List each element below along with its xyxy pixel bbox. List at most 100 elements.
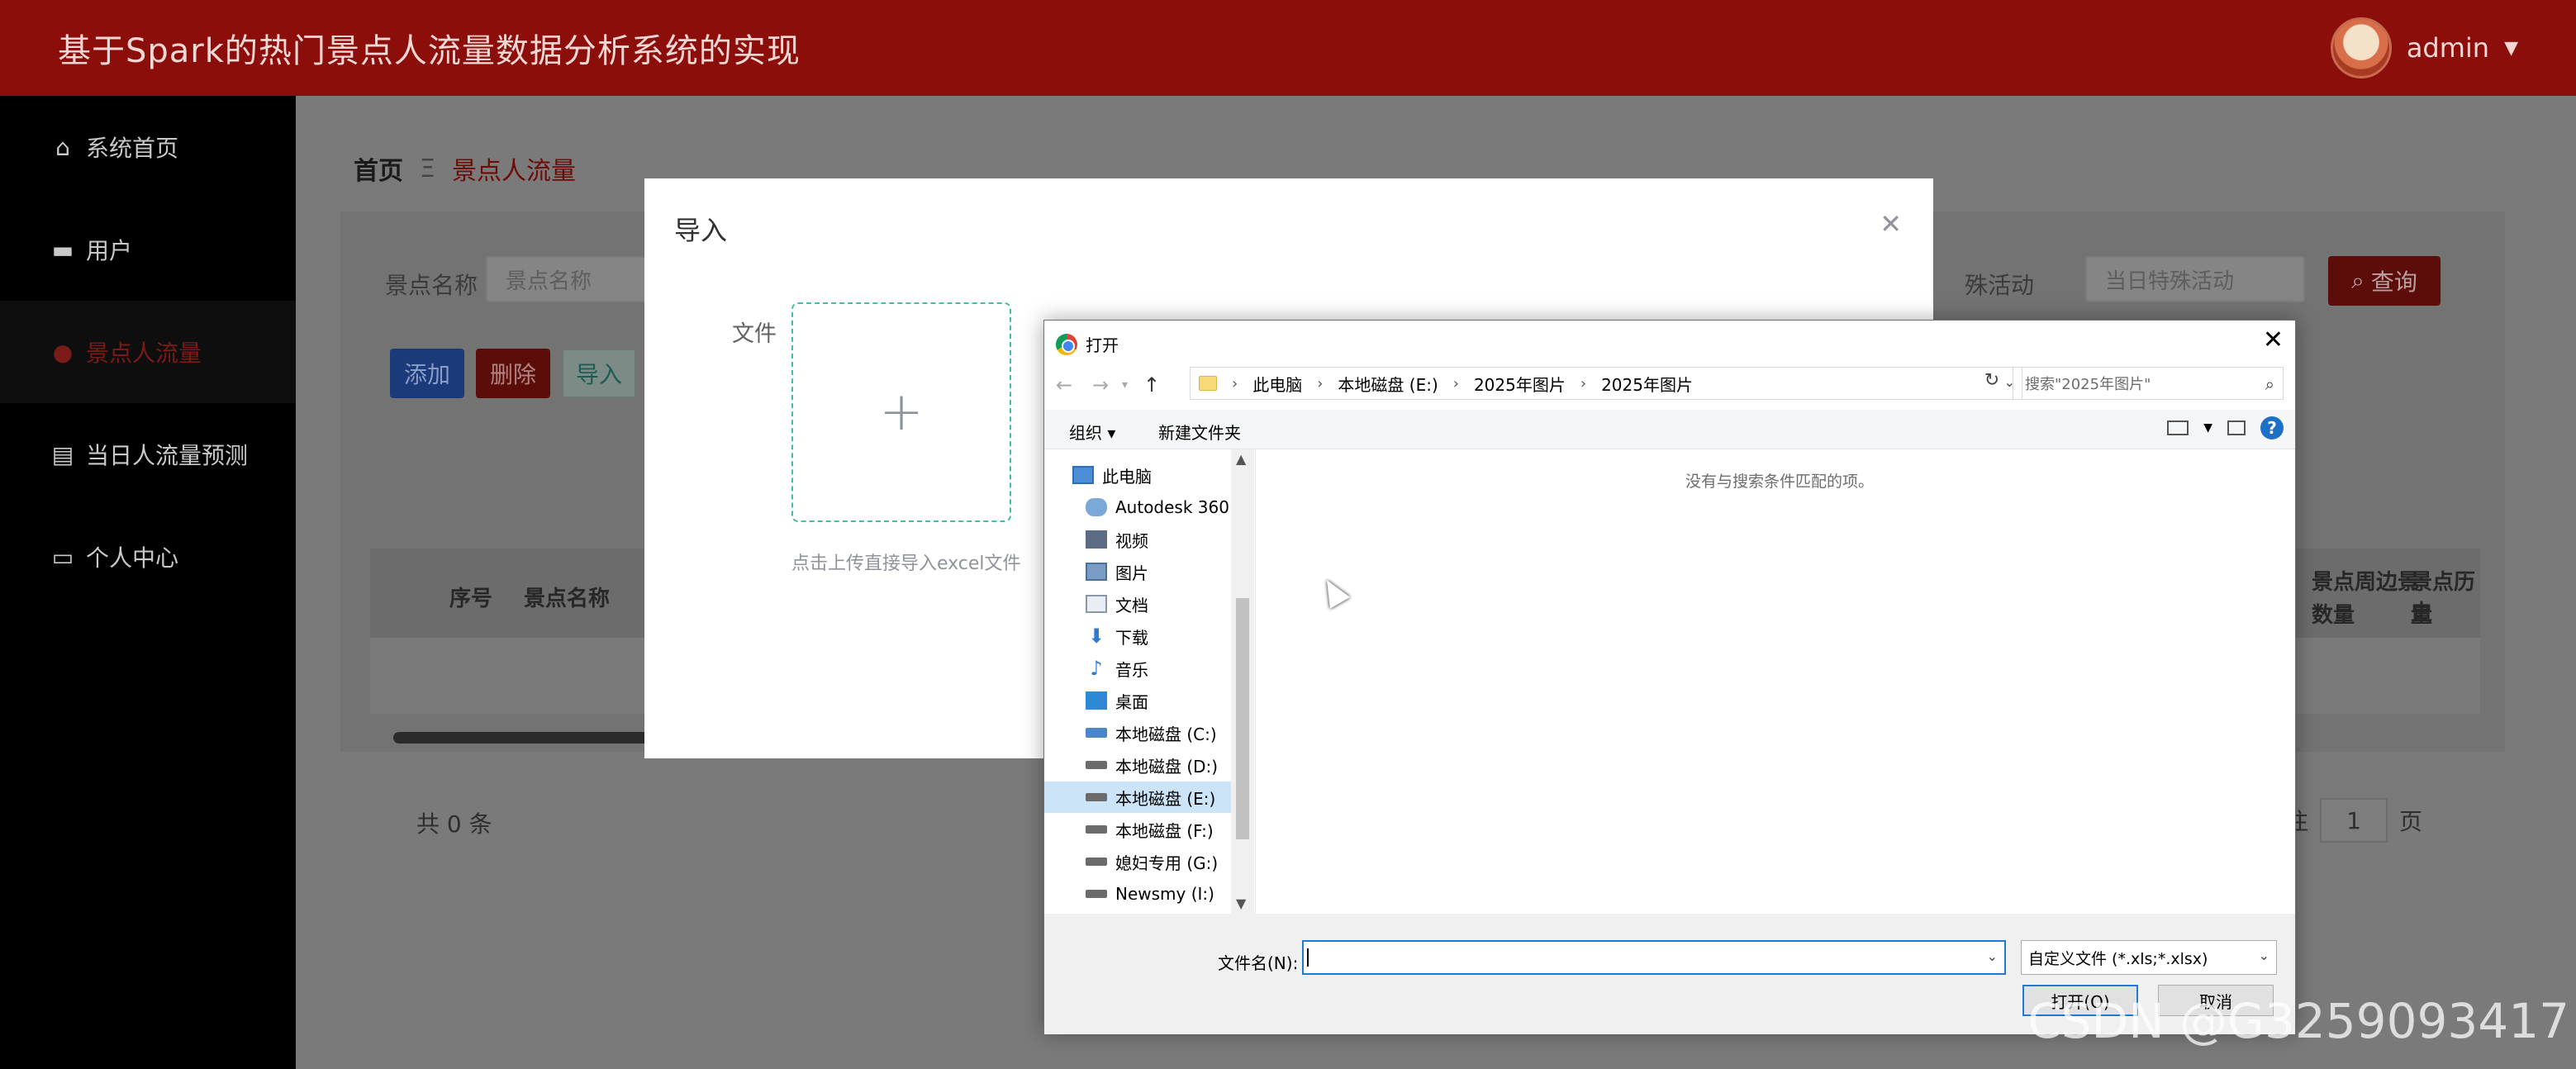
import-button[interactable]: 导入 [562, 349, 636, 398]
add-button[interactable]: 添加 [390, 349, 464, 398]
search-event-label: 殊活动 [1965, 272, 2035, 299]
preview-pane-icon[interactable] [2227, 420, 2246, 435]
breadcrumb: 首页 Ξ 景点人流量 [354, 150, 576, 187]
tree-item-label: Autodesk 360 [1115, 497, 1229, 517]
chevron-down-icon[interactable]: ⌄ [1987, 948, 1998, 964]
close-icon[interactable]: ✕ [1880, 208, 1902, 240]
new-folder-button[interactable]: 新建文件夹 [1158, 420, 1241, 444]
tree-item-drive-d[interactable]: 本地磁盘 (D:) [1086, 749, 1231, 781]
tree-item-drive-c[interactable]: 本地磁盘 (C:) [1086, 717, 1231, 748]
delete-button[interactable]: 删除 [476, 349, 550, 398]
tree-item-downloads[interactable]: ⬇ 下载 [1086, 620, 1231, 652]
close-icon[interactable]: ✕ [2263, 325, 2284, 354]
up-arrow-icon[interactable]: ↑ [1143, 373, 1160, 397]
sidebar-item-label: 用户 [86, 237, 133, 264]
empty-message: 没有与搜索条件匹配的项。 [1685, 473, 1875, 491]
query-button[interactable]: ⌕ 查询 [2328, 256, 2441, 306]
address-bar[interactable]: › 此电脑 › 本地磁盘 (E:) › 2025年图片 › 2025年图片 ⌄ [1190, 367, 2022, 400]
tree-item-label: 此电脑 [1102, 466, 1152, 487]
path-segment[interactable]: 2025年图片 [1474, 372, 1566, 396]
tree-item-label: 下载 [1115, 627, 1148, 648]
tree-item-videos[interactable]: 视频 [1086, 524, 1231, 555]
path-segment[interactable]: 2025年图片 [1601, 372, 1693, 396]
username[interactable]: admin [2407, 32, 2489, 64]
tree-item-desktop[interactable]: 桌面 [1086, 685, 1231, 716]
file-list-area[interactable]: 没有与搜索条件匹配的项。 [1257, 449, 2295, 914]
tree-item-drive-i[interactable]: Newsmy (I:) [1086, 878, 1231, 910]
column-header-name[interactable]: 景点名称 [524, 582, 610, 612]
tree-item-music[interactable]: ♪ 音乐 [1086, 653, 1231, 684]
home-icon: ⌂ [55, 133, 70, 161]
sidebar-item-profile[interactable]: ▭ 个人中心 [0, 506, 296, 608]
search-name-label: 景点名称 [385, 272, 478, 299]
column-header-nearby-line1: 景点周边景 [2312, 570, 2420, 595]
chevron-right-icon: › [1317, 374, 1324, 392]
chevron-right-icon: › [1232, 374, 1238, 392]
tree-item-label: 图片 [1115, 563, 1148, 583]
breadcrumb-current: 景点人流量 [451, 157, 576, 186]
tree-item-drive-e[interactable]: 本地磁盘 (E:) [1044, 782, 1231, 813]
folder-icon [1199, 376, 1217, 391]
tree-item-label: 本地磁盘 (F:) [1115, 820, 1214, 841]
sidebar-item-label: 系统首页 [86, 135, 179, 162]
chevron-right-icon: › [1452, 374, 1459, 392]
system-drive-icon [1086, 728, 1107, 738]
dialog-title: 导入 [674, 215, 728, 246]
sidebar-item-visitor-flow[interactable]: ● 景点人流量 [0, 301, 296, 403]
text-cursor [1307, 948, 1309, 967]
sidebar-item-forecast[interactable]: ▤ 当日人流量预测 [0, 403, 296, 506]
view-options-icon[interactable] [2167, 420, 2189, 435]
scroll-down-icon[interactable]: ▼ [1236, 896, 1246, 911]
chevron-down-icon[interactable]: ▼ [2203, 421, 2212, 435]
tree-scrollbar[interactable]: ▲ ▼ [1231, 449, 1254, 914]
tree-item-label: 音乐 [1115, 659, 1148, 680]
caret-down-icon[interactable]: ▼ [2504, 38, 2518, 59]
path-segment[interactable]: 此电脑 [1252, 372, 1302, 396]
chevron-down-icon[interactable]: ⌄ [2259, 948, 2269, 963]
search-event-input[interactable]: 当日特殊活动 [2085, 256, 2305, 302]
file-type-select[interactable]: 自定义文件 (*.xls;*.xlsx) ⌄ [2021, 940, 2277, 975]
window-title: 打开 [1086, 335, 1119, 355]
filename-input[interactable]: ⌄ [1302, 940, 2006, 975]
recent-chevron-icon[interactable]: ▾ [1122, 378, 1128, 392]
user-menu[interactable]: admin ▼ [2330, 17, 2518, 78]
avatar[interactable] [2330, 17, 2392, 78]
tree-item-pictures[interactable]: 图片 [1086, 556, 1231, 587]
search-name-input[interactable]: 景点名称 [486, 256, 651, 302]
clipboard-icon: ▤ [51, 440, 74, 468]
folder-search-input[interactable]: 搜索"2025年图片" ⌕ [2013, 367, 2284, 400]
tree-item-this-pc[interactable]: 此电脑 [1072, 459, 1221, 491]
tree-item-label: Newsmy (I:) [1115, 884, 1214, 904]
back-arrow-icon[interactable]: ← [1056, 373, 1072, 397]
organize-menu[interactable]: 组织 ▾ [1069, 420, 1115, 444]
filename-label: 文件名(N): [1218, 953, 1299, 973]
sidebar-item-users[interactable]: ▬ 用户 [0, 198, 296, 301]
tree-item-drive-f[interactable]: 本地磁盘 (F:) [1086, 814, 1231, 845]
navigation-tree: 此电脑 Autodesk 360 视频 图片 文档 ⬇ 下载 ♪ 音乐 桌面 本… [1044, 449, 1256, 914]
drive-icon [1086, 825, 1107, 834]
refresh-icon[interactable]: ↻ [1980, 370, 2004, 397]
tree-item-drive-g[interactable]: 媳妇专用 (G:) [1086, 846, 1231, 877]
page-suffix: 页 [2398, 808, 2422, 835]
scroll-up-icon[interactable]: ▲ [1236, 451, 1246, 467]
page-number-input[interactable]: 1 [2319, 798, 2388, 843]
download-icon: ⬇ [1087, 625, 1105, 648]
document-icon [1086, 595, 1107, 613]
tree-item-autodesk[interactable]: Autodesk 360 [1086, 492, 1231, 523]
column-header-history-line2: 量 [2411, 603, 2433, 628]
sidebar-item-label: 个人中心 [86, 544, 179, 572]
search-icon: ⌕ [2265, 374, 2274, 394]
app-title: 基于Spark的热门景点人流量数据分析系统的实现 [58, 32, 801, 70]
sidebar-item-home[interactable]: ⌂ 系统首页 [0, 96, 296, 198]
upload-dropzone[interactable]: + [791, 302, 1011, 522]
scrollbar-thumb[interactable] [1236, 598, 1249, 839]
help-icon[interactable]: ? [2260, 416, 2284, 439]
drive-icon [1086, 793, 1107, 801]
tree-item-documents[interactable]: 文档 [1086, 588, 1231, 620]
sidebar-item-label: 景点人流量 [86, 340, 202, 367]
path-segment[interactable]: 本地磁盘 (E:) [1338, 372, 1438, 396]
picture-icon [1086, 563, 1107, 581]
breadcrumb-home[interactable]: 首页 [354, 150, 403, 187]
column-header-index: 序号 [449, 587, 493, 611]
forward-arrow-icon[interactable]: → [1092, 373, 1109, 397]
